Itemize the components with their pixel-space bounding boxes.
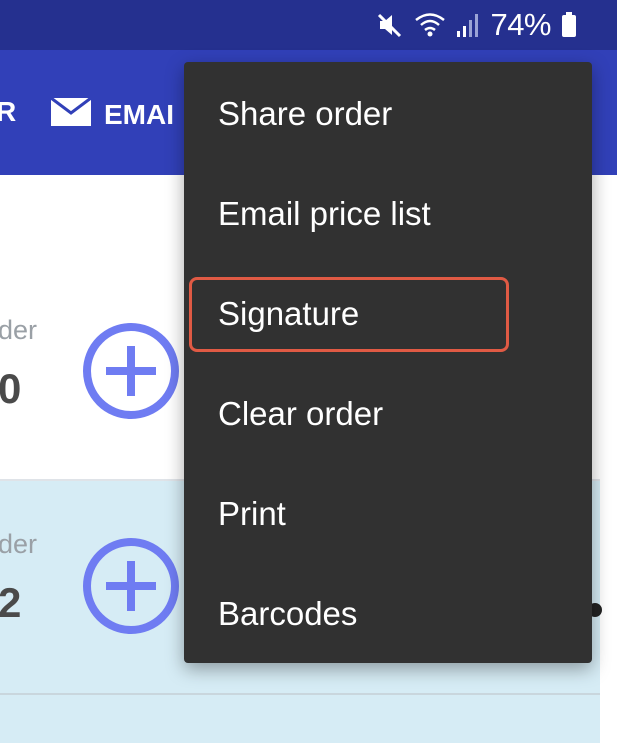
menu-item-share-order[interactable]: Share order	[184, 64, 592, 164]
order-label: der	[0, 529, 38, 559]
menu-item-barcodes[interactable]: Barcodes	[184, 564, 592, 664]
menu-item-clear-order[interactable]: Clear order	[184, 364, 592, 464]
toolbar-action-partial[interactable]: R	[0, 96, 16, 128]
status-icons: 74%	[376, 6, 577, 44]
mute-icon	[376, 11, 404, 39]
menu-item-email-price-list[interactable]: Email price list	[184, 164, 592, 264]
order-count: 0	[0, 365, 22, 412]
mail-icon	[50, 96, 92, 133]
battery-percentage: 74%	[490, 7, 551, 42]
email-button[interactable]: EMAI	[50, 96, 174, 133]
order-label: der	[0, 315, 38, 345]
app-screen: 74% R EMAI der 0 der 2 Share order Email…	[0, 0, 617, 743]
list-item[interactable]	[0, 695, 600, 743]
menu-item-label: Signature	[218, 295, 360, 332]
email-button-label: EMAI	[104, 98, 174, 130]
battery-icon	[561, 12, 577, 38]
add-circle-icon[interactable]	[82, 322, 180, 425]
menu-item-label: Clear order	[218, 395, 384, 432]
menu-item-signature[interactable]: Signature	[184, 264, 592, 364]
add-circle-icon[interactable]	[82, 537, 180, 640]
wifi-icon	[414, 11, 446, 39]
scroll-edge	[600, 175, 617, 743]
menu-item-print[interactable]: Print	[184, 464, 592, 564]
menu-item-label: Print	[218, 495, 286, 532]
menu-item-label: Barcodes	[218, 595, 358, 632]
order-count: 2	[0, 579, 22, 626]
signal-icon	[456, 11, 480, 39]
overflow-menu: Share order Email price list Signature C…	[184, 62, 592, 663]
menu-item-label: Share order	[218, 95, 393, 132]
menu-item-label: Email price list	[218, 195, 431, 232]
status-bar: 74%	[0, 0, 617, 50]
